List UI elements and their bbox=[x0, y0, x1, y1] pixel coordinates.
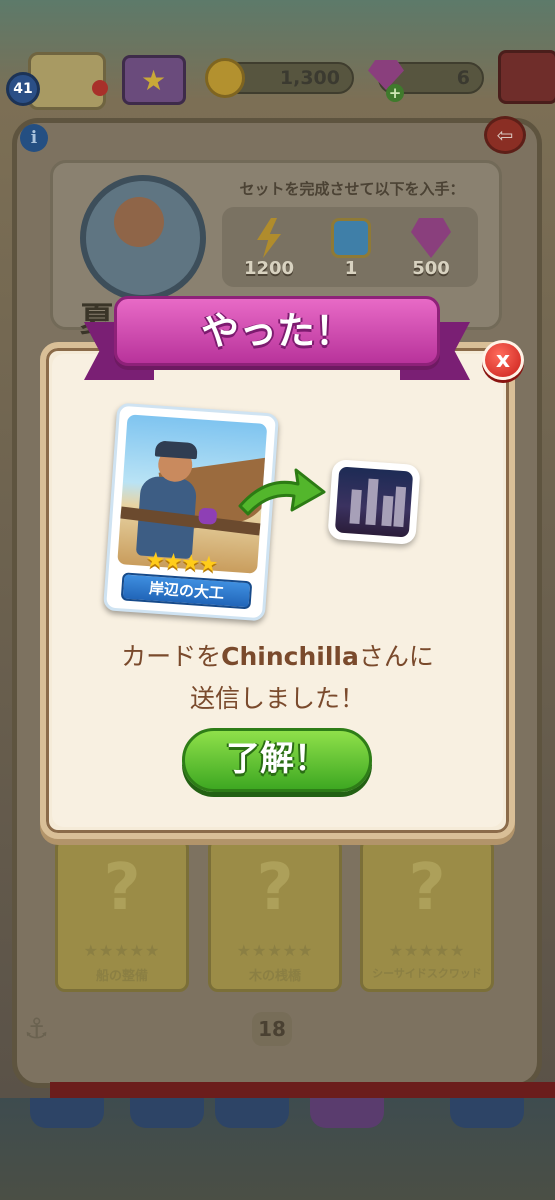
castle-tower bbox=[365, 478, 379, 526]
purple-gem-icon bbox=[411, 218, 451, 258]
anchor-icon: ⚓ bbox=[24, 1012, 50, 1045]
carpenter-hat bbox=[154, 440, 198, 460]
bottom-nav-button[interactable] bbox=[215, 1098, 289, 1128]
card-slot[interactable]: ? ★★★★★ シーサイドスクワッド bbox=[360, 838, 494, 992]
castle-tower bbox=[349, 489, 362, 525]
card-slot[interactable]: ? ★★★★★ 木の桟橋 bbox=[208, 838, 342, 992]
close-button[interactable]: x bbox=[482, 340, 524, 380]
message-line2: 送信しました！ bbox=[189, 684, 365, 713]
reward-gems: 500 bbox=[396, 218, 466, 279]
slot-stars: ★★★★★ bbox=[388, 941, 466, 960]
message-prefix: カードを bbox=[121, 642, 222, 671]
card-star-rating: ★★★★ bbox=[144, 547, 218, 578]
bottom-nav-button[interactable] bbox=[130, 1098, 204, 1128]
slot-name: 船の整備 bbox=[95, 969, 148, 984]
castle-tower bbox=[381, 495, 394, 527]
glove-illustration bbox=[198, 507, 218, 525]
gem-amount: 6 bbox=[456, 67, 470, 89]
recipient-name: Chinchilla bbox=[221, 642, 359, 671]
player-level-badge[interactable]: 41 bbox=[6, 72, 40, 106]
bottom-nav-button[interactable] bbox=[30, 1098, 104, 1128]
recipient-thumbnail bbox=[327, 459, 421, 545]
slot-stars: ★★★★★ bbox=[236, 941, 314, 960]
unknown-card-icon: ? bbox=[103, 851, 141, 925]
reward-chest-value: 1 bbox=[344, 258, 358, 279]
dialog-message: カードをChinchillaさんに 送信しました！ bbox=[60, 636, 495, 720]
reward-gems-value: 500 bbox=[412, 258, 450, 279]
unknown-card-icon: ? bbox=[256, 851, 294, 925]
dialog-title: やった！ bbox=[200, 309, 353, 353]
coin-amount: 1,300 bbox=[279, 67, 340, 89]
card-name-label: 岸辺の大工 bbox=[120, 572, 253, 610]
reward-energy: 1200 bbox=[234, 218, 304, 279]
page-number: 18 bbox=[252, 1012, 292, 1046]
notification-dot bbox=[92, 80, 108, 96]
ok-button[interactable]: 了解！ bbox=[182, 728, 372, 792]
castle-tower bbox=[393, 486, 407, 528]
slot-name: シーサイドスクワッド bbox=[372, 967, 482, 980]
bottom-nav-button[interactable] bbox=[450, 1098, 524, 1128]
slot-name: 木の桟橋 bbox=[248, 969, 301, 984]
shop-icon[interactable] bbox=[498, 50, 555, 104]
star-shop-icon[interactable]: ★ bbox=[122, 55, 186, 105]
slot-stars: ★★★★★ bbox=[83, 941, 161, 960]
castle-illustration bbox=[334, 466, 414, 538]
lightning-icon bbox=[257, 218, 281, 258]
set-portrait-avatar bbox=[80, 175, 206, 301]
unknown-card-icon: ? bbox=[408, 851, 446, 925]
reward-title: セットを完成させて以下を入手： bbox=[239, 180, 465, 198]
bottom-nav-button[interactable] bbox=[310, 1098, 384, 1128]
send-arrow-icon bbox=[238, 468, 326, 516]
add-gems-button[interactable]: + bbox=[386, 84, 404, 102]
back-arrow-icon[interactable]: ⇦ bbox=[484, 116, 526, 154]
treasure-chest-icon bbox=[331, 218, 371, 258]
message-suffix: さんに bbox=[358, 642, 434, 671]
coin-icon bbox=[205, 58, 245, 98]
card-slot[interactable]: ? ★★★★★ 船の整備 bbox=[55, 838, 189, 992]
info-icon[interactable]: i bbox=[20, 124, 48, 152]
reward-energy-value: 1200 bbox=[243, 258, 295, 279]
reward-chest: 1 bbox=[316, 218, 386, 279]
